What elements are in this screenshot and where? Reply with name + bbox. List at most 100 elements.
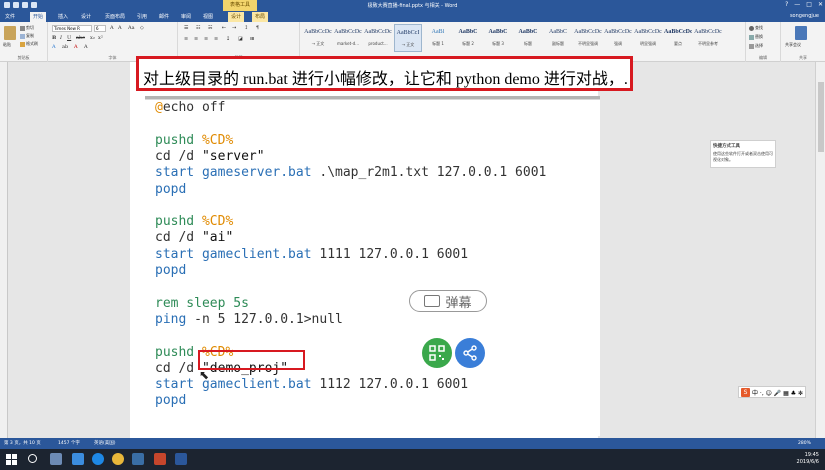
- shrink-font-button[interactable]: A: [118, 25, 122, 31]
- tab-mailings[interactable]: 邮件: [156, 12, 172, 22]
- close-button[interactable]: ✕: [818, 1, 823, 8]
- format-painter-button[interactable]: 格式刷: [20, 41, 38, 47]
- increase-indent-icon[interactable]: ⇥: [232, 25, 236, 31]
- strikethrough-button[interactable]: abc: [76, 35, 85, 41]
- page-count[interactable]: 第 3 页，共 10 页: [4, 438, 41, 449]
- tab-design[interactable]: 设计: [78, 12, 94, 22]
- bullets-icon[interactable]: ☰: [184, 25, 188, 31]
- tab-table-layout[interactable]: 布局: [252, 12, 269, 22]
- grow-font-button[interactable]: A: [110, 25, 114, 31]
- share-meeting-icon[interactable]: [795, 26, 807, 40]
- style-item[interactable]: AaBbCcDc 不明显参考: [694, 24, 722, 52]
- task-view-icon[interactable]: [50, 453, 62, 465]
- zoom-level[interactable]: 280%: [798, 438, 811, 449]
- share-meeting-button[interactable]: 共享会议: [785, 42, 801, 48]
- style-item[interactable]: AaBbC 标题 2: [454, 24, 482, 52]
- numbering-icon[interactable]: ☷: [196, 25, 200, 31]
- multilevel-list-icon[interactable]: ☵: [208, 25, 212, 31]
- powerpoint-icon[interactable]: [154, 453, 166, 465]
- app-icon[interactable]: [72, 453, 84, 465]
- paste-icon[interactable]: [4, 26, 16, 40]
- change-case-button[interactable]: Aa: [128, 25, 135, 31]
- tab-view[interactable]: 视图: [200, 12, 216, 22]
- style-item[interactable]: AaBbCcDc 不明显强调: [574, 24, 602, 52]
- share-button[interactable]: [455, 338, 485, 368]
- tab-file[interactable]: 文件: [2, 12, 19, 22]
- justify-icon[interactable]: ≡: [214, 36, 218, 42]
- show-marks-icon[interactable]: ¶: [256, 25, 259, 31]
- font-name-select[interactable]: Times New R: [52, 25, 92, 32]
- font-color-icon[interactable]: A: [74, 44, 78, 50]
- minimize-button[interactable]: —: [794, 1, 800, 8]
- code-line: ping -n 5 127.0.0.1>null: [155, 312, 343, 328]
- search-icon[interactable]: [28, 454, 37, 463]
- share-group-label: 共享: [799, 55, 807, 60]
- code-token: @: [155, 100, 163, 115]
- font-size-select[interactable]: 6: [94, 25, 106, 32]
- tab-references[interactable]: 引用: [134, 12, 150, 22]
- qrcode-button[interactable]: [422, 338, 452, 368]
- explorer-icon[interactable]: [132, 453, 144, 465]
- style-item-selected[interactable]: AaBbCcI → 正文: [394, 24, 422, 52]
- clear-format-icon[interactable]: ◇: [140, 25, 144, 31]
- underline-button[interactable]: U: [67, 35, 71, 41]
- maximize-button[interactable]: □: [806, 1, 812, 8]
- scrollbar-thumb[interactable]: [818, 82, 824, 152]
- vertical-scrollbar[interactable]: [815, 62, 825, 438]
- bold-button[interactable]: B: [52, 35, 56, 41]
- subscript-button[interactable]: x₂: [90, 35, 95, 41]
- select-button[interactable]: 选择: [749, 43, 763, 49]
- style-item[interactable]: AaBbCcDc → 正文: [304, 24, 332, 52]
- find-button[interactable]: 查找: [749, 25, 763, 31]
- italic-button[interactable]: I: [60, 35, 62, 41]
- word-count[interactable]: 1457 个字: [58, 438, 80, 449]
- highlight-color-icon[interactable]: ab: [62, 44, 68, 50]
- language[interactable]: 英语(美国): [94, 438, 116, 449]
- style-item[interactable]: AaBbC 副标题: [544, 24, 572, 52]
- ie-icon[interactable]: [92, 453, 104, 465]
- danmaku-button[interactable]: 弹幕: [409, 290, 487, 312]
- status-bar: 第 3 页，共 10 页 1457 个字 英语(美国) 280%: [0, 438, 825, 449]
- sort-icon[interactable]: ↕: [244, 25, 248, 31]
- shading-icon[interactable]: ◪: [238, 36, 243, 42]
- style-item[interactable]: AaBl 标题 1: [424, 24, 452, 52]
- style-item[interactable]: AaBbC 标题: [514, 24, 542, 52]
- code-line: popd: [155, 263, 186, 279]
- replace-button[interactable]: 替换: [749, 34, 763, 40]
- char-shading-icon[interactable]: A: [84, 44, 88, 50]
- chrome-icon[interactable]: [112, 453, 124, 465]
- ribbon-tabs: 文件 开始 插入 设计 页面布局 引用 邮件 审阅 视图 设计 布局: [0, 11, 825, 22]
- align-center-icon[interactable]: ≡: [194, 36, 198, 42]
- word-taskbar-icon[interactable]: [175, 453, 187, 465]
- user-account[interactable]: songengjue: [790, 13, 819, 19]
- help-button[interactable]: ?: [785, 1, 788, 8]
- copy-button[interactable]: 复制: [20, 33, 34, 39]
- align-right-icon[interactable]: ≡: [204, 36, 208, 42]
- style-item[interactable]: AaBbCcDc product...: [364, 24, 392, 52]
- align-left-icon[interactable]: ≡: [184, 36, 188, 42]
- paste-button[interactable]: 粘贴: [3, 42, 11, 48]
- tab-table-design[interactable]: 设计: [228, 12, 245, 22]
- cut-button[interactable]: 剪切: [20, 25, 34, 31]
- style-item[interactable]: AaBbCcDc market-d...: [334, 24, 362, 52]
- style-item[interactable]: AaBbCcDc 强调: [604, 24, 632, 52]
- code-token: gameclient.bat: [201, 377, 320, 393]
- tab-layout[interactable]: 页面布局: [102, 12, 128, 22]
- tab-insert[interactable]: 插入: [55, 12, 71, 22]
- windows-start-icon[interactable]: [6, 454, 17, 465]
- system-tray[interactable]: 19:45 2019/6/6: [797, 452, 819, 466]
- tab-review[interactable]: 审阅: [178, 12, 194, 22]
- style-item[interactable]: AaBbCcDc 要点: [664, 24, 692, 52]
- text-effects-button[interactable]: A: [52, 44, 56, 50]
- clock-time: 19:45: [804, 452, 819, 458]
- code-token: start: [155, 165, 202, 181]
- style-item[interactable]: AaBbCcDc 明显强调: [634, 24, 662, 52]
- tab-home[interactable]: 开始: [30, 12, 47, 22]
- ime-toolbar[interactable]: S 中 ·, ☺ 🎤 ▦ ♣ ✻: [738, 386, 806, 398]
- superscript-button[interactable]: x²: [98, 35, 103, 41]
- code-token: .\map_r2m1.txt 127.0.0.1 6001: [319, 165, 547, 181]
- decrease-indent-icon[interactable]: ⇤: [222, 25, 226, 31]
- line-spacing-icon[interactable]: ↨: [226, 36, 230, 42]
- style-item[interactable]: AaBbC 标题 3: [484, 24, 512, 52]
- borders-icon[interactable]: ⊞: [250, 36, 254, 42]
